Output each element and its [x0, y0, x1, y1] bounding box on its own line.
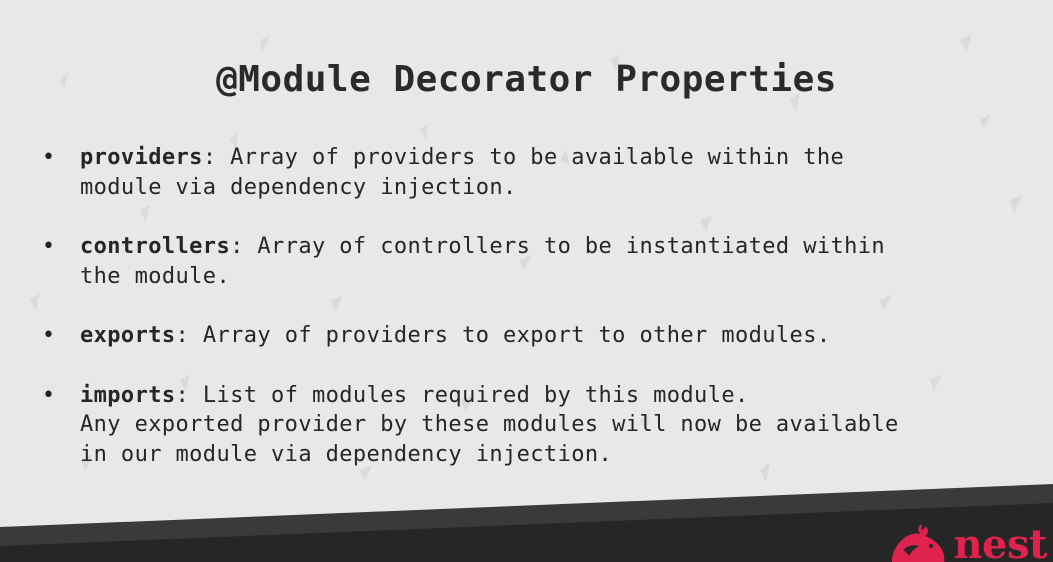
footer-band	[0, 484, 1053, 562]
nest-logo: nest	[887, 522, 1047, 562]
nest-logo-text: nest	[953, 521, 1047, 562]
nest-cat-logo-icon	[892, 524, 945, 562]
slide: @Module Decorator Properties • providers…	[0, 0, 1053, 562]
